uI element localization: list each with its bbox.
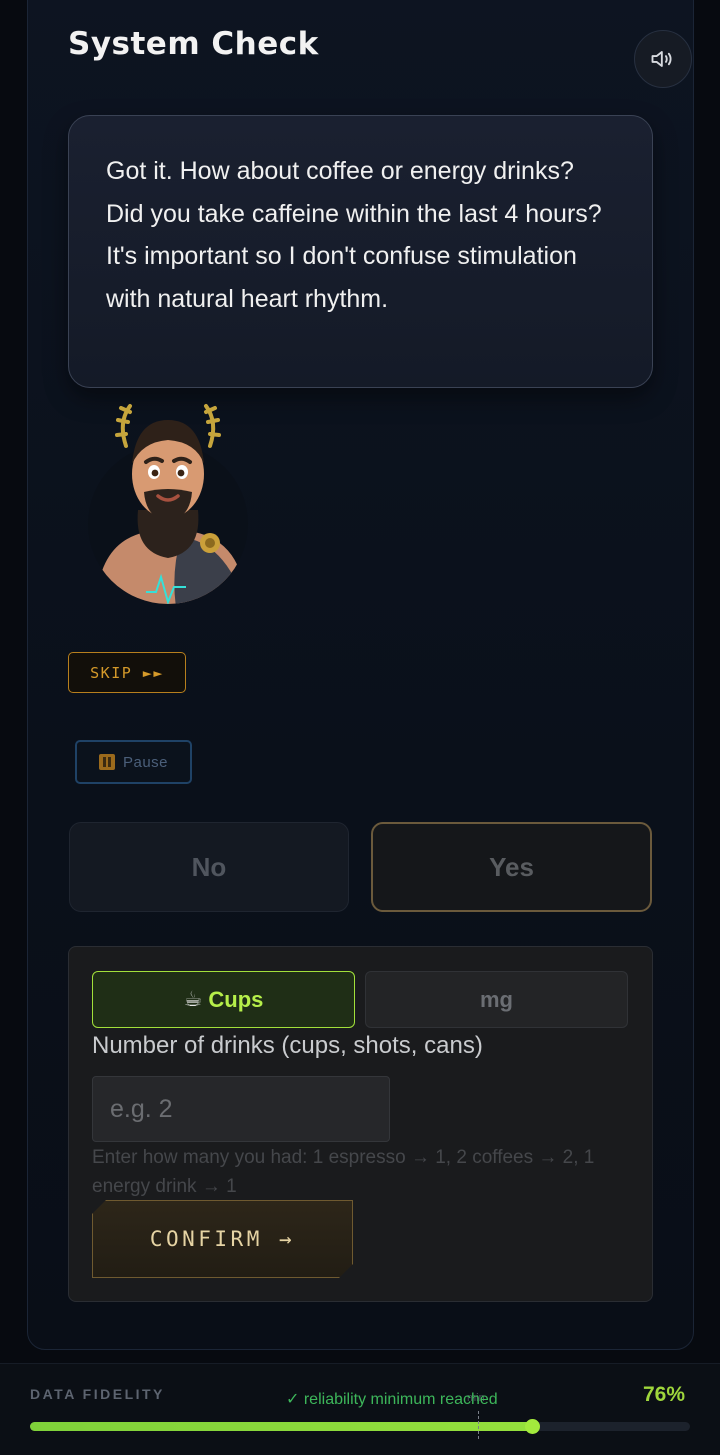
answer-no-button[interactable]: No [69,822,349,912]
pause-button[interactable]: Pause [75,740,192,784]
assistant-message-bubble: Got it. How about coffee or energy drink… [68,115,653,388]
drinks-field-label: Number of drinks (cups, shots, cans) [92,1032,483,1059]
pause-icon [98,754,115,770]
unit-tab-mg-label: mg [480,986,513,1012]
unit-tab-mg[interactable]: mg [365,971,628,1028]
skip-button[interactable]: SKIP ►► [68,652,186,693]
assistant-avatar [88,404,248,604]
speaker-icon [651,51,672,67]
pause-label: Pause [122,753,169,771]
confirm-button[interactable]: CONFIRM → [92,1200,353,1278]
assistant-message-text: Got it. How about coffee or energy drink… [106,157,602,313]
drinks-hint-text: Enter how many you had: 1 espresso → 1, … [92,1147,595,1197]
fidelity-progress-track [30,1419,690,1434]
fidelity-progress-fill [30,1422,532,1431]
unit-tab-cups[interactable]: ☕ Cups [92,971,355,1028]
fidelity-footer [0,1363,720,1455]
page-title: System Check [68,26,319,62]
fidelity-progress-thumb [524,1419,540,1434]
fidelity-percent: 76% [643,1383,686,1406]
reliability-status: ✓ reliability minimum reached [286,1391,498,1408]
answer-yes-button[interactable]: Yes [371,822,652,912]
minimum-marker-line [478,1411,479,1439]
coffee-cup-icon: ☕ [183,988,203,1011]
sound-toggle-button[interactable] [634,30,692,88]
fidelity-label: DATA FIDELITY [30,1386,165,1402]
unit-tab-cups-label: Cups [208,986,264,1012]
drinks-count-input[interactable] [92,1076,390,1142]
